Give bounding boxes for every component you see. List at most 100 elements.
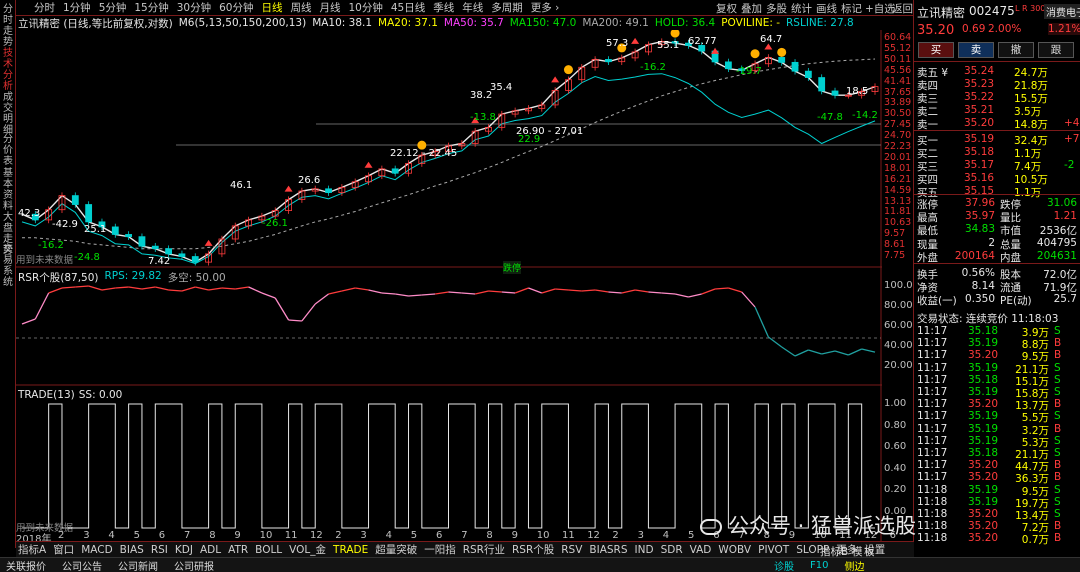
indicator-tab[interactable]: BOLL: [255, 544, 282, 556]
x-tick-label: 4: [385, 530, 392, 541]
x-tick-label: 4: [108, 530, 115, 541]
indicator-tab[interactable]: RSV: [561, 544, 582, 556]
tick-side: B: [1054, 520, 1062, 533]
period-item[interactable]: 45日线: [391, 0, 425, 15]
period-item[interactable]: 10分钟: [349, 0, 383, 15]
period-item[interactable]: 更多 ›: [531, 0, 560, 15]
tick-side: B: [1054, 532, 1062, 545]
indicator-tab[interactable]: SDR: [661, 544, 683, 556]
rps-line-segment: [101, 287, 116, 291]
sidebar-button[interactable]: 侧边: [844, 558, 864, 572]
period-item[interactable]: 分时: [34, 0, 55, 15]
back-button[interactable]: 返回: [892, 1, 913, 16]
rps-line-segment: [701, 288, 716, 295]
buy-button[interactable]: 买: [918, 42, 954, 58]
level-price: 35.20: [964, 117, 995, 129]
indicator-tab[interactable]: WOBV: [718, 544, 751, 556]
tab-intraday[interactable]: 分时走势: [1, 4, 15, 48]
period-item[interactable]: 15分钟: [134, 0, 168, 15]
indicator-tab[interactable]: RSR个股: [512, 542, 554, 557]
cancel-order-button[interactable]: 撤: [998, 42, 1034, 58]
indicator-tab[interactable]: 指标A: [18, 542, 46, 557]
rps-line-segment: [248, 286, 263, 294]
tick-side: S: [1054, 386, 1061, 398]
indicator-tab[interactable]: 一阳指: [424, 542, 456, 557]
rps-line-segment: [741, 291, 756, 308]
f10-button[interactable]: F10: [810, 560, 828, 571]
tab-trades[interactable]: 成交明细: [1, 92, 15, 136]
indicator-tab[interactable]: VAD: [690, 544, 712, 556]
indicator-tab[interactable]: TRADE: [333, 544, 368, 556]
period-item[interactable]: 60分钟: [219, 0, 253, 15]
period-item[interactable]: 1分钟: [63, 0, 91, 15]
tick-list[interactable]: 11:17 35.18 3.9万 S 11:17 35.19 8.8万 B 11:17 35.20…: [914, 324, 1080, 548]
rps-line-segment: [301, 303, 316, 322]
tick-side: B: [1054, 471, 1062, 484]
tab-trade-system[interactable]: 交易系统: [1, 244, 15, 288]
tick-price: 35.18: [968, 373, 999, 386]
stats-button[interactable]: 统计: [791, 1, 812, 16]
multi-stock-button[interactable]: 多股: [766, 1, 787, 16]
tick-price: 35.18: [968, 447, 999, 459]
level-delta: +7: [1064, 133, 1080, 145]
indicator-tab[interactable]: IND: [635, 544, 654, 556]
adjust-button[interactable]: 复权: [716, 1, 737, 16]
indicator-tab[interactable]: RSI: [151, 544, 168, 556]
add-watchlist-button[interactable]: +自选: [865, 1, 895, 16]
limit-down-badge: 跌停: [503, 261, 522, 274]
indicator-tab[interactable]: BIASRS: [589, 544, 627, 556]
follow-button[interactable]: 跟: [1038, 42, 1074, 58]
axis-tick-label: 0.40: [884, 462, 907, 474]
mark-button[interactable]: 标记: [841, 1, 862, 16]
stat-value: 31.06: [1046, 197, 1077, 209]
chart-area[interactable]: [16, 30, 882, 542]
indicator-tab[interactable]: KDJ: [175, 544, 193, 556]
tick-price: 35.19: [968, 361, 999, 374]
sell-signal-marker: [777, 47, 787, 57]
tab-fundamentals[interactable]: 基本资料: [1, 168, 15, 212]
rps-line-segment: [141, 286, 156, 290]
period-item[interactable]: 30分钟: [177, 0, 211, 15]
ma200-value: MA200: 49.1: [582, 17, 649, 29]
sell-button[interactable]: 卖: [958, 42, 994, 58]
buy-signal-marker: [551, 76, 560, 83]
diagnose-button[interactable]: 诊股: [774, 558, 794, 572]
chart-note: 25.1: [84, 224, 107, 235]
rps-line-segment: [421, 293, 436, 296]
status-item[interactable]: 公司公告: [62, 558, 102, 572]
status-item[interactable]: 公司研报: [174, 558, 214, 572]
period-item[interactable]: 多周期: [491, 0, 523, 15]
rps-line-segment: [541, 288, 556, 294]
period-item[interactable]: 周线: [291, 0, 312, 15]
period-item[interactable]: 季线: [433, 0, 454, 15]
indicator-tab[interactable]: PIVOT: [758, 544, 789, 556]
draw-button[interactable]: 画线: [816, 1, 837, 16]
indicator-tab[interactable]: MACD: [81, 544, 112, 556]
status-item[interactable]: 公司新闻: [118, 558, 158, 572]
overlay-button[interactable]: 叠加: [741, 1, 762, 16]
indicator-tab[interactable]: 超量突破: [375, 542, 417, 557]
tab-price-table[interactable]: 分价表: [1, 134, 15, 167]
period-item-active[interactable]: 日线: [262, 0, 283, 15]
future-data-note: 用到未来数据: [16, 255, 74, 266]
rps-line-segment: [648, 291, 662, 294]
status-item[interactable]: 关联报价: [6, 558, 46, 572]
indicator-tab[interactable]: VOL_金: [289, 542, 326, 557]
axis-tick-label: 13.13: [884, 195, 912, 207]
period-item[interactable]: 月线: [320, 0, 341, 15]
indicator-tab[interactable]: BIAS: [120, 544, 144, 556]
rps-line-segment: [514, 287, 529, 294]
indicator-tab[interactable]: ATR: [228, 544, 248, 556]
rps-line-segment: [595, 289, 609, 293]
stat-value: 2: [988, 236, 995, 249]
indicator-tab[interactable]: RSR行业: [463, 542, 505, 557]
tick-time: 11:18: [917, 495, 948, 508]
indicator-tab[interactable]: ADL: [200, 544, 221, 556]
sector-name[interactable]: 消费电子: [1044, 4, 1080, 19]
period-item[interactable]: 年线: [462, 0, 483, 15]
stat-value: 25.7: [1053, 293, 1077, 306]
price-change: 0.69: [962, 23, 986, 35]
period-item[interactable]: 5分钟: [99, 0, 127, 15]
tab-technical[interactable]: 技术分析: [1, 48, 15, 92]
indicator-tab[interactable]: 窗口: [53, 542, 74, 557]
